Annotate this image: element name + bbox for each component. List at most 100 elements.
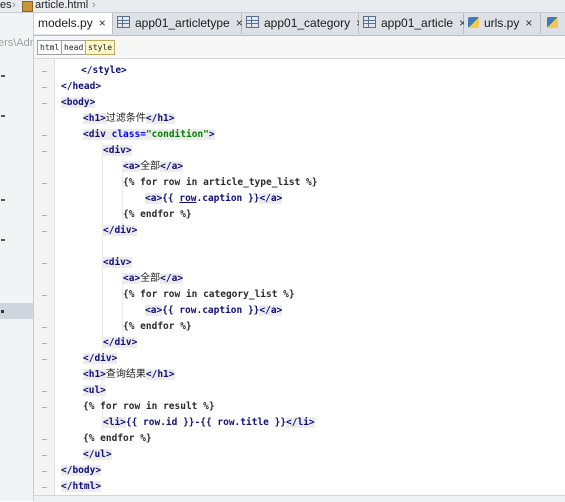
tag-token: </style> xyxy=(81,65,127,76)
tag-token: </a> xyxy=(160,161,184,172)
tag-token: <h1> xyxy=(83,113,106,124)
close-icon[interactable]: × xyxy=(99,16,106,30)
text-token: 全部 xyxy=(140,161,161,172)
fold-marker-icon[interactable] xyxy=(42,263,47,264)
code-line: </div> xyxy=(103,335,138,351)
fold-marker-icon[interactable] xyxy=(42,407,47,408)
tag-token: </head> xyxy=(61,81,102,92)
tab-label: app01_articletype xyxy=(135,16,230,30)
tree-item-marker[interactable] xyxy=(1,75,5,77)
fold-marker-icon[interactable] xyxy=(42,295,47,296)
tag-token: > xyxy=(208,129,215,140)
tree-item-marker[interactable] xyxy=(1,239,5,241)
code-line: <body> xyxy=(61,95,96,111)
text-token: 过滤条件 xyxy=(105,113,146,124)
code-line: </div> xyxy=(83,351,118,367)
code-line: <a>全部</a> xyxy=(123,159,184,175)
fold-marker-icon[interactable] xyxy=(42,103,47,104)
tag-token: <li> xyxy=(103,417,126,428)
code-line: </html> xyxy=(61,479,102,495)
breadcrumb: es › article.html › xyxy=(0,0,565,13)
fold-marker-icon[interactable] xyxy=(42,343,47,344)
code-line: <a>全部</a> xyxy=(123,271,184,287)
tag-token: </div> xyxy=(83,353,118,364)
code-line: <a>{{ row.caption }}</a> xyxy=(145,191,283,207)
code-line: <a>{{ row.caption }}</a> xyxy=(145,303,283,319)
project-panel: ers\Adm xyxy=(0,13,34,501)
tree-item-marker xyxy=(1,310,4,313)
tag-token: <div> xyxy=(103,145,132,156)
tab-app01-article[interactable]: app01_article × xyxy=(359,13,466,34)
fold-marker-icon[interactable] xyxy=(42,87,47,88)
code-line: {% for row in result %} xyxy=(83,399,215,415)
fold-marker-icon[interactable] xyxy=(42,359,47,360)
template-token: {% endfor %} xyxy=(123,321,192,332)
template-token: .caption }} xyxy=(196,193,260,204)
tag-token: <a> xyxy=(123,273,141,284)
template-token: {% for row in category_list %} xyxy=(123,289,295,300)
code-line: {% for row in category_list %} xyxy=(123,287,295,303)
tag-token: </h1> xyxy=(145,369,175,380)
text-token: 全部 xyxy=(140,273,161,284)
fold-marker-icon[interactable] xyxy=(42,151,47,152)
fold-marker-icon[interactable] xyxy=(42,439,47,440)
tab-app01-articletype[interactable]: app01_articletype × xyxy=(113,13,243,34)
tag-token: </div> xyxy=(103,337,138,348)
fold-marker-icon[interactable] xyxy=(42,455,47,456)
tag-token: <body> xyxy=(61,97,96,108)
tag-path-style[interactable]: style xyxy=(85,40,116,55)
tab-label: urls.py xyxy=(484,16,520,30)
close-icon[interactable]: × xyxy=(525,16,532,30)
code-line: <h1>过滤条件</h1> xyxy=(83,111,175,127)
tag-token: <a> xyxy=(145,305,163,316)
code-line: <h1>查询结果</h1> xyxy=(83,367,175,383)
code-line: <div> xyxy=(103,255,132,271)
code-line: </style> xyxy=(81,63,127,79)
tab-label: app01_article xyxy=(381,16,454,30)
tab-models-py[interactable]: models.py × xyxy=(34,13,113,34)
code-editor[interactable]: </style> </head> <body> <h1>过滤条件</h1> <d… xyxy=(55,59,565,501)
table-icon xyxy=(246,16,259,28)
template-token: {% endfor %} xyxy=(123,209,192,220)
fold-marker-icon[interactable] xyxy=(42,487,47,488)
template-token: {{ row.caption }} xyxy=(162,305,260,316)
fold-marker-icon[interactable] xyxy=(42,327,47,328)
python-file-icon xyxy=(547,17,558,28)
breadcrumb-separator-icon: › xyxy=(12,0,16,11)
tag-token: <div xyxy=(83,129,112,140)
breadcrumb-separator-icon: › xyxy=(92,0,96,11)
fold-marker-icon[interactable] xyxy=(42,215,47,216)
code-line: </head> xyxy=(61,79,101,95)
fold-marker-icon[interactable] xyxy=(42,391,47,392)
tab-urls-py[interactable]: urls.py × xyxy=(464,13,541,34)
fold-marker-icon[interactable] xyxy=(42,183,47,184)
tree-item-selected[interactable] xyxy=(0,303,33,319)
tab-app01-category[interactable]: app01_category× xyxy=(242,13,363,34)
python-file-icon xyxy=(468,17,479,28)
breadcrumb-folder[interactable]: es xyxy=(0,0,12,11)
tag-token: </li> xyxy=(286,417,315,428)
tree-item-marker[interactable] xyxy=(1,199,5,201)
fold-marker-icon[interactable] xyxy=(42,471,47,472)
tag-token: </body> xyxy=(61,465,102,476)
tag-path-html[interactable]: html xyxy=(37,40,63,55)
tag-token: </a> xyxy=(160,273,184,284)
tag-token: </div> xyxy=(103,225,138,236)
breadcrumb-file[interactable]: article.html xyxy=(35,0,88,11)
tree-item-marker[interactable] xyxy=(1,115,5,117)
fold-marker-icon[interactable] xyxy=(42,71,47,72)
tag-path-bar: html head style xyxy=(34,36,565,59)
code-line: </body> xyxy=(61,463,102,479)
code-line: {% endfor %} xyxy=(123,319,192,335)
project-path: ers\Adm xyxy=(0,37,33,49)
code-line: <div class="condition"> xyxy=(83,127,215,143)
attr-value-token: "condition" xyxy=(145,129,209,140)
template-token: {{ row.id }}-{{ row.title }} xyxy=(125,417,287,428)
tag-path-head[interactable]: head xyxy=(61,40,87,55)
editor-gutter xyxy=(34,59,55,501)
fold-marker-icon[interactable] xyxy=(42,231,47,232)
tab-label: models.py xyxy=(38,16,93,30)
tag-token: </ul> xyxy=(83,449,112,460)
tab-overflow[interactable] xyxy=(541,13,565,34)
fold-marker-icon[interactable] xyxy=(42,135,47,136)
